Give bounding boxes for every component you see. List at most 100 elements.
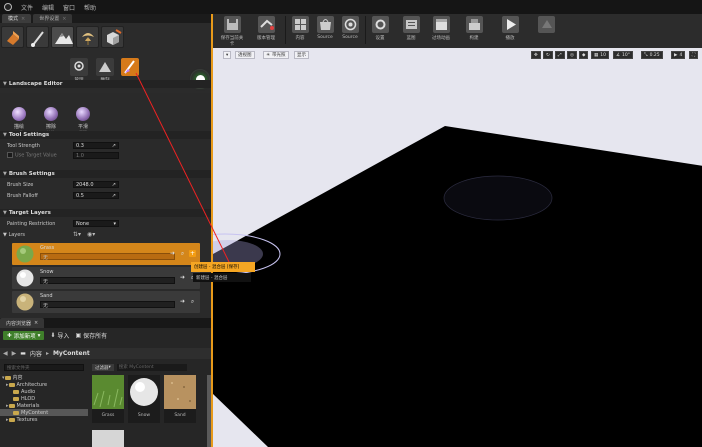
translate-tool-button[interactable]: ✥ — [531, 51, 541, 59]
menu-edit[interactable]: 编辑 — [42, 3, 54, 12]
asset-tile[interactable] — [92, 430, 124, 447]
tool-settings-title: Tool Settings — [8, 132, 50, 138]
asset-tile-grass[interactable]: Grass — [92, 375, 124, 423]
level-viewport[interactable]: 保存当前关卡 版本管理 内容 Source Source 设置 蓝图 过场动画 … — [211, 14, 702, 447]
content-browser: 内容浏览器 × ✚ 添加新项 ▾ ⬇ 导入 ▣ 保存所有 ◀ ▶ ▬ 内容 ▸ MyCon… — [0, 318, 211, 447]
camera-speed-button[interactable]: ▶ 4 — [671, 51, 686, 59]
scale-snap-button[interactable]: ⤡ 0.25 — [641, 51, 663, 59]
rotate-tool-button[interactable]: ↻ — [543, 51, 553, 59]
surface-snap-button[interactable]: ◆ — [579, 51, 589, 59]
sand-texture-thumbnail — [164, 375, 196, 409]
show-button[interactable]: 显示 — [294, 51, 309, 59]
sculpt-icon — [96, 58, 114, 76]
lit-label: 带光照 — [272, 53, 286, 58]
tree-item[interactable]: ▸ Textures — [0, 416, 88, 423]
layer-info-select[interactable]: 无 — [40, 277, 175, 285]
search-icon[interactable]: ⌕ — [189, 298, 196, 305]
layer-info-select[interactable]: 无 — [40, 253, 175, 261]
layers-toggle[interactable]: ▼ Layers — [0, 232, 73, 238]
brush-settings-header[interactable]: ▼ Brush Settings — [0, 170, 211, 178]
back-arrow-icon[interactable]: ◀ — [3, 350, 8, 357]
close-icon[interactable]: × — [21, 16, 25, 22]
grass-texture-thumbnail — [92, 375, 124, 409]
grid-snap-button[interactable]: ▦ 10 — [591, 51, 609, 59]
tool-strength-field[interactable]: 0.3 ↗ — [73, 142, 119, 149]
menu-help[interactable]: 帮助 — [84, 3, 96, 12]
tree-item[interactable]: ▾ 内容 — [0, 374, 88, 382]
unreal-logo-icon[interactable] — [4, 3, 12, 11]
folder-search-input[interactable]: 搜索文件夹 — [4, 364, 84, 371]
rotation-snap-button[interactable]: ∡ 10° — [613, 51, 634, 59]
tree-item[interactable]: ▸ Architecture — [0, 381, 88, 388]
use-target-value-field[interactable]: 1.0 — [73, 152, 119, 159]
foliage-mode-button[interactable] — [76, 26, 99, 48]
breadcrumb-current[interactable]: MyContent — [53, 350, 90, 357]
lit-mode-button[interactable]: ☀ 带光照 — [263, 51, 289, 59]
tree-item[interactable]: ▸ Materials — [0, 402, 88, 409]
search-icon[interactable]: ⌕ — [179, 250, 186, 257]
brush-falloff-field[interactable]: 0.5 ↗ — [73, 192, 119, 199]
close-icon[interactable]: × — [34, 320, 38, 326]
menu-window[interactable]: 窗口 — [63, 3, 75, 12]
panel-tabs: 模式 × 世界设置 × — [0, 14, 211, 23]
viewport-options-button[interactable]: ▾ — [223, 51, 232, 59]
tree-item[interactable]: Audio — [0, 388, 88, 395]
target-layers-header[interactable]: ▼ Target Layers — [0, 209, 211, 217]
tab-world-settings[interactable]: 世界设置 × — [33, 14, 73, 23]
reset-arrow-icon[interactable]: ↗ — [112, 193, 116, 199]
landscape-mode-button[interactable] — [51, 26, 74, 48]
asset-tile-snow[interactable]: Snow — [128, 375, 160, 423]
painting-restriction-select[interactable]: None ▾ — [73, 220, 119, 227]
layer-item-sand[interactable]: Sand 无 ➜ ⌕ — [12, 291, 200, 313]
filter-button[interactable]: 过滤器 ▾ — [92, 364, 114, 371]
sort-icon[interactable]: ⇅▾ — [73, 231, 81, 238]
landscape-editor-header[interactable]: ▼ Landscape Editor — [0, 80, 211, 88]
maximize-viewport-button[interactable]: ⛶ — [689, 51, 699, 59]
tab-modes[interactable]: 模式 × — [2, 14, 32, 23]
save-icon: ▣ — [75, 332, 82, 339]
eye-icon[interactable]: ◉▾ — [87, 231, 95, 238]
forward-arrow-icon[interactable]: ▶ — [12, 350, 17, 357]
perspective-button[interactable]: 透视图 — [235, 51, 255, 59]
tool-strength-label: Tool Strength — [7, 142, 40, 149]
geometry-mode-button[interactable] — [101, 26, 124, 48]
save-all-button[interactable]: ▣ 保存所有 — [75, 331, 107, 340]
import-button[interactable]: ⬇ 导入 — [50, 331, 69, 340]
asset-search-input[interactable]: 搜索 MyContent — [116, 364, 187, 371]
asset-tile-sand[interactable]: Sand — [164, 375, 196, 423]
tab-content-browser[interactable]: 内容浏览器 × — [0, 318, 45, 328]
show-label: 显示 — [297, 53, 306, 58]
arrow-right-icon[interactable]: ➜ — [179, 298, 186, 305]
asset-filter-bar: 过滤器 ▾ 搜索 MyContent — [92, 364, 187, 371]
tree-item[interactable]: MyContent — [0, 409, 88, 416]
paint-mode-button[interactable] — [26, 26, 49, 48]
layer-info-select[interactable]: 无 — [40, 301, 175, 309]
scale-tool-button[interactable]: ⤢ — [555, 51, 565, 59]
tree-item[interactable]: HLOD — [0, 395, 88, 402]
reset-arrow-icon[interactable]: ↗ — [112, 182, 116, 188]
close-icon[interactable]: × — [62, 16, 66, 22]
breadcrumb-root[interactable]: 内容 — [30, 349, 42, 358]
landscape-mesh — [213, 126, 702, 447]
foliage-icon — [82, 33, 94, 45]
menu-file[interactable]: 文件 — [21, 3, 33, 12]
tool-settings-header[interactable]: ▼ Tool Settings — [0, 131, 211, 139]
tree-item-label: 内容 — [12, 375, 23, 381]
snow-texture-thumbnail — [128, 375, 160, 409]
import-icon: ⬇ — [50, 332, 56, 339]
place-mode-button[interactable] — [1, 26, 24, 48]
arrow-right-icon[interactable]: ➜ — [169, 250, 176, 257]
add-layer-tooltip-secondary[interactable]: 新建层 - 混合层 — [193, 273, 251, 282]
maximize-icon: ⛶ — [692, 53, 696, 58]
add-layer-info-button[interactable]: + — [189, 250, 196, 257]
reset-arrow-icon[interactable]: ↗ — [112, 143, 116, 149]
layer-item-snow[interactable]: Snow 无 ➜ ⌕ — [12, 267, 200, 289]
layers-row: ▼ Layers ⇅▾ ◉▾ — [0, 230, 211, 239]
add-new-button[interactable]: ✚ 添加新项 ▾ — [3, 331, 45, 340]
add-layer-tooltip[interactable]: 创建层 - 混合层 [保存] — [191, 262, 255, 272]
layer-item-grass[interactable]: Grass 无 ➜ ⌕ + — [12, 243, 200, 265]
use-target-value-checkbox[interactable] — [7, 152, 13, 159]
brush-size-field[interactable]: 2048.0 ↗ — [73, 181, 119, 188]
arrow-right-icon[interactable]: ➜ — [179, 274, 186, 281]
world-local-button[interactable]: ◎ — [567, 51, 577, 59]
